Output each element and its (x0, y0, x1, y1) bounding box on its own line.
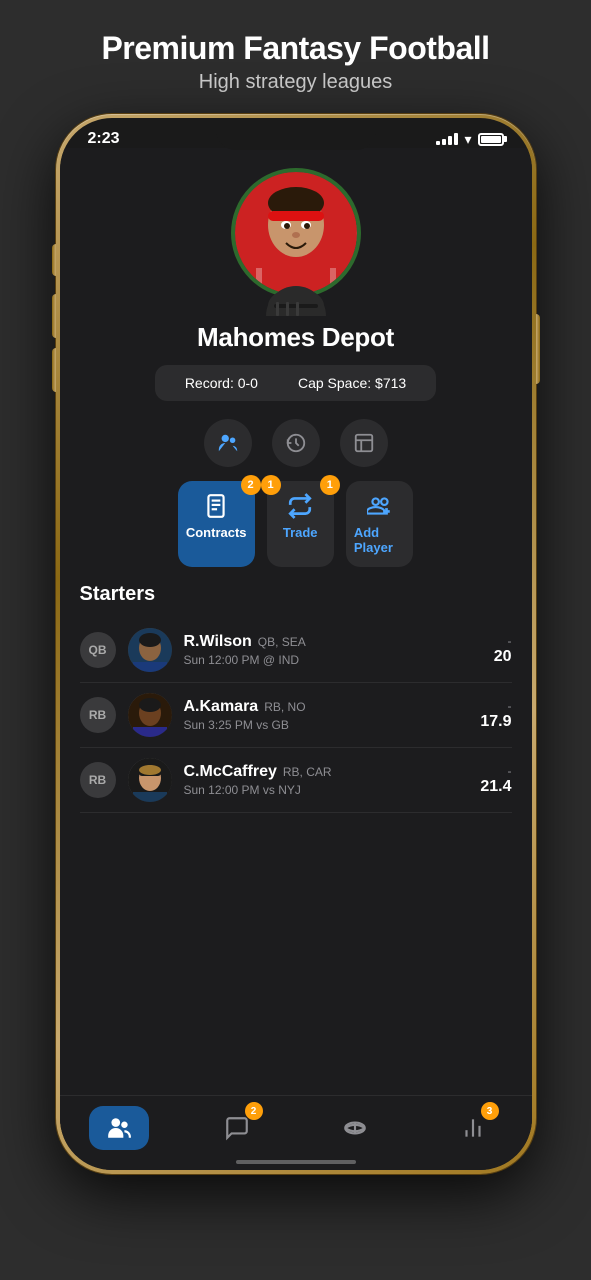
trade-button[interactable]: 1 1 Trade (267, 481, 334, 567)
power-button (536, 314, 540, 384)
chat-badge: 2 (245, 1102, 263, 1120)
roster-tab[interactable] (340, 419, 388, 467)
helmet-decoration (266, 286, 326, 316)
stats-nav-icon (460, 1115, 486, 1141)
player-info-kamara: A.Kamara RB, NO Sun 3:25 PM vs GB (184, 698, 469, 732)
players-tab[interactable] (204, 419, 252, 467)
player-info-mccaffrey: C.McCaffrey RB, CAR Sun 12:00 PM vs NYJ (184, 763, 469, 797)
page-header: Premium Fantasy Football High strategy l… (81, 0, 509, 114)
contracts-button[interactable]: 2 Contracts (178, 481, 255, 567)
avatar-section: Mahomes Depot Record: 0-0 Cap Space: $71… (155, 148, 436, 567)
player-score-dash-wilson: - (494, 634, 512, 648)
phone-screen: 2:23 ▾ (60, 118, 532, 1170)
team-nav-icon (106, 1115, 132, 1141)
nav-item-chat[interactable]: 2 (207, 1106, 267, 1150)
player-score-kamara: 17.9 (480, 713, 511, 731)
history-tab[interactable] (272, 419, 320, 467)
player-face-svg (236, 173, 356, 293)
starters-title: Starters (80, 583, 512, 606)
notch (216, 118, 376, 150)
player-avatar-mccaffrey (128, 758, 172, 802)
page-title: Premium Fantasy Football (101, 30, 489, 67)
wifi-icon: ▾ (464, 131, 471, 148)
battery-icon (478, 133, 504, 146)
player-pos-team-kamara: RB, NO (264, 700, 305, 714)
roster-icon (353, 432, 375, 454)
player-score-mccaffrey: 21.4 (480, 778, 511, 796)
signal-icon (436, 133, 458, 145)
player-pos-team-wilson: QB, SEA (258, 635, 306, 649)
volume-down-button (52, 348, 56, 392)
player-avatar (231, 168, 361, 298)
action-buttons: 2 Contracts 1 1 (158, 481, 433, 567)
player-game-wilson: Sun 12:00 PM @ IND (184, 653, 482, 667)
add-player-label: Add Player (354, 525, 405, 555)
add-player-icon (367, 493, 393, 519)
record-stat: Record: 0-0 (185, 375, 258, 391)
status-time: 2:23 (88, 130, 120, 148)
nav-item-league[interactable] (325, 1106, 385, 1150)
player-avatar-wilson (128, 628, 172, 672)
player-name-kamara: A.Kamara (184, 698, 259, 716)
players-icon (217, 432, 239, 454)
team-name: Mahomes Depot (197, 322, 394, 353)
trade-badge-left: 1 (261, 475, 281, 495)
player-name-mccaffrey: C.McCaffrey (184, 763, 277, 781)
tab-icons (204, 419, 388, 467)
contracts-badge: 2 (241, 475, 261, 495)
player-pos-team-mccaffrey: RB, CAR (283, 765, 332, 779)
page-subtitle: High strategy leagues (101, 71, 489, 94)
chat-nav-icon (224, 1115, 250, 1141)
stats-badge: 3 (481, 1102, 499, 1120)
player-row-qb-wilson[interactable]: QB R.Wilson (80, 618, 512, 683)
contracts-label: Contracts (186, 525, 247, 540)
player-score-wilson: 20 (494, 648, 512, 666)
player-row-rb-kamara[interactable]: RB A.Kamara RB, NO (80, 683, 512, 748)
starters-section: Starters QB (60, 583, 532, 813)
nav-item-team[interactable] (89, 1106, 149, 1150)
player-game-mccaffrey: Sun 12:00 PM vs NYJ (184, 783, 469, 797)
stats-bar: Record: 0-0 Cap Space: $713 (155, 365, 436, 401)
player-name-wilson: R.Wilson (184, 633, 252, 651)
player-score-dash-mccaffrey: - (480, 764, 511, 778)
contracts-icon (203, 493, 229, 519)
history-icon (285, 432, 307, 454)
position-badge-rb1: RB (80, 697, 116, 733)
volume-up-button (52, 294, 56, 338)
mute-button (52, 244, 56, 276)
player-row-rb-mccaffrey[interactable]: RB C.McCaffrey (80, 748, 512, 813)
position-badge-rb2: RB (80, 762, 116, 798)
player-avatar-kamara (128, 693, 172, 737)
screen-content: Mahomes Depot Record: 0-0 Cap Space: $71… (60, 148, 532, 1156)
trade-label: Trade (283, 525, 318, 540)
status-icons: ▾ (436, 131, 503, 148)
position-badge-qb: QB (80, 632, 116, 668)
add-player-button[interactable]: Add Player (346, 481, 413, 567)
player-score-dash-kamara: - (480, 699, 511, 713)
player-game-kamara: Sun 3:25 PM vs GB (184, 718, 469, 732)
bottom-nav: 2 3 (60, 1095, 532, 1156)
trade-icon (287, 493, 313, 519)
nav-item-stats[interactable]: 3 (443, 1106, 503, 1150)
league-nav-icon (342, 1115, 368, 1141)
player-info-wilson: R.Wilson QB, SEA Sun 12:00 PM @ IND (184, 633, 482, 667)
phone-frame: 2:23 ▾ (56, 114, 536, 1174)
trade-badge-right: 1 (320, 475, 340, 495)
cap-space-stat: Cap Space: $713 (298, 375, 406, 391)
